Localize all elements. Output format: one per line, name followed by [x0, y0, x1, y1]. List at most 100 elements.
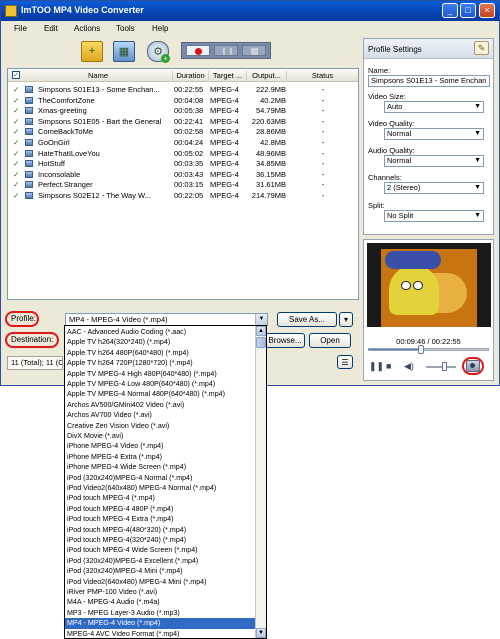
table-row[interactable]: ✓ Simpsons S01E13 - Some Enchan... 00:22:5… — [8, 84, 358, 95]
dropdown-scrollbar[interactable]: ▲ ▼ — [255, 326, 266, 638]
table-row[interactable]: ✓ TheComfortZone 00:04:08 MPEG-4 40.2MB - — [8, 95, 358, 106]
stop-icon[interactable]: ■ — [386, 361, 391, 371]
dropdown-item[interactable]: Apple TV h264(320*240) (*.mp4) — [65, 337, 255, 347]
dropdown-item[interactable]: Apple TV MPEG-4 Normal 480P(640*480) (*.… — [65, 389, 255, 399]
volume-slider[interactable] — [426, 362, 456, 371]
table-row[interactable]: ✓ GoOnGirl 00:04:24 MPEG-4 42.8MB - — [8, 137, 358, 148]
channels-select[interactable]: 2 (Stereo) ▼ — [384, 182, 484, 194]
row-checkbox[interactable]: ✓ — [13, 149, 19, 158]
stop-button[interactable] — [242, 45, 266, 56]
video-file-icon — [25, 149, 33, 157]
dropdown-item[interactable]: iPod touch MPEG-4 (*.mp4) — [65, 493, 255, 503]
row-checkbox[interactable]: ✓ — [13, 106, 19, 115]
volume-icon[interactable]: ◀) — [404, 361, 414, 372]
minimize-button[interactable]: _ — [442, 3, 458, 18]
scroll-thumb[interactable] — [256, 337, 266, 348]
save-as-button[interactable]: Save As... — [277, 312, 337, 327]
dropdown-item[interactable]: iPod touch MPEG-4 480P (*.mp4) — [65, 504, 255, 514]
scroll-up-icon[interactable]: ▲ — [256, 326, 266, 336]
pause-button[interactable] — [214, 45, 238, 56]
dropdown-item[interactable]: Apple TV MPEG-4 Low 480P(640*480) (*.mp4… — [65, 379, 255, 389]
dropdown-item[interactable]: iPod (320x240)MPEG-4 Excellent (*.mp4) — [65, 556, 255, 566]
split-select[interactable]: No Split ▼ — [384, 210, 484, 222]
dropdown-item[interactable]: Apple TV h264 480P(640*480) (*.mp4) — [65, 348, 255, 358]
dropdown-item[interactable]: iPhone MPEG-4 Wide Screen (*.mp4) — [65, 462, 255, 472]
col-target[interactable]: Target ... — [208, 71, 246, 80]
dropdown-item[interactable]: MPEG-4 AVC Video Format (*.mp4) — [65, 629, 255, 638]
dropdown-item[interactable]: AAC - Advanced Audio Coding (*.aac) — [65, 327, 255, 337]
row-checkbox[interactable]: ✓ — [13, 159, 19, 168]
col-status[interactable]: Status — [286, 71, 358, 80]
dropdown-item[interactable]: iPod touch MPEG-4 Wide Screen (*.mp4) — [65, 545, 255, 555]
seek-thumb[interactable] — [418, 345, 425, 354]
video-quality-select[interactable]: Normal ▼ — [384, 128, 484, 140]
row-checkbox[interactable]: ✓ — [13, 138, 19, 147]
row-checkbox[interactable]: ✓ — [13, 170, 19, 179]
browse-button[interactable]: Browse... — [265, 333, 305, 348]
dropdown-item[interactable]: Creative Zen Vision Video (*.avi) — [65, 421, 255, 431]
dropdown-item[interactable]: iPhone MPEG-4 Video (*.mp4) — [65, 441, 255, 451]
table-row[interactable]: ✓ Xmas-greeting 00:05:38 MPEG-4 54.79MB - — [8, 105, 358, 116]
col-name[interactable]: Name — [88, 71, 108, 80]
row-checkbox[interactable]: ✓ — [13, 85, 19, 94]
add-video-icon[interactable]: ▦ — [113, 41, 135, 62]
menu-actions[interactable]: Actions — [74, 24, 100, 33]
row-checkbox[interactable]: ✓ — [13, 117, 19, 126]
seek-bar[interactable] — [368, 345, 489, 354]
table-row[interactable]: ✓ Simpsons S02E12 - The Way W... 00:22:05 M… — [8, 190, 358, 201]
save-as-menu-button[interactable]: ▾ — [339, 312, 353, 327]
add-file-icon[interactable]: + — [81, 41, 103, 62]
video-preview[interactable] — [367, 243, 491, 327]
edit-profile-icon[interactable]: ✎ — [474, 41, 489, 55]
scroll-down-icon[interactable]: ▼ — [256, 628, 266, 638]
row-checkbox[interactable]: ✓ — [13, 96, 19, 105]
col-duration[interactable]: Duration — [172, 71, 208, 80]
table-row[interactable]: ✓ Inconsolable 00:03:43 MPEG-4 36.15MB - — [8, 169, 358, 180]
log-icon[interactable]: ☰ — [337, 355, 353, 369]
dropdown-item[interactable]: MP3 - MPEG Layer-3 Audio (*.mp3) — [65, 608, 255, 618]
dropdown-item[interactable]: iRiver PMP-100 Video (*.avi) — [65, 587, 255, 597]
dropdown-item[interactable]: Archos AV500/GMini402 Video (*.avi) — [65, 400, 255, 410]
menu-edit[interactable]: Edit — [44, 24, 58, 33]
table-row[interactable]: ✓ Perfect.Stranger 00:03:15 MPEG-4 31.61MB - — [8, 179, 358, 190]
table-row[interactable]: ✓ HotStuff 00:03:35 MPEG-4 34.85MB - — [8, 158, 358, 169]
menu-help[interactable]: Help — [152, 24, 168, 33]
video-quality-label: Video Quality: — [368, 119, 415, 128]
row-checkbox[interactable]: ✓ — [13, 127, 19, 136]
cell-duration: 00:05:02 — [174, 148, 204, 158]
dropdown-item[interactable]: iPhone MPEG-4 Extra (*.mp4) — [65, 452, 255, 462]
dropdown-item[interactable]: MP4 - MPEG-4 Video (*.mp4) — [65, 618, 255, 629]
audio-quality-select[interactable]: Normal ▼ — [384, 155, 484, 167]
dropdown-item[interactable]: Archos AV700 Video (*.avi) — [65, 410, 255, 420]
table-row[interactable]: ✓ Simpsons S01E05 - Bart the General 00:22… — [8, 116, 358, 127]
dropdown-item[interactable]: iPod (320x240)MPEG-4 Normal (*.mp4) — [65, 473, 255, 483]
dropdown-item[interactable]: iPod touch MPEG-4(320*240) (*.mp4) — [65, 535, 255, 545]
menu-file[interactable]: File — [14, 24, 27, 33]
col-output[interactable]: Output... — [246, 71, 286, 80]
dropdown-item[interactable]: iPod (320x240)MPEG-4 Mini (*.mp4) — [65, 566, 255, 576]
open-button[interactable]: Open — [309, 333, 351, 348]
select-all-checkbox[interactable]: ✓ — [12, 71, 20, 79]
maximize-button[interactable]: □ — [460, 3, 476, 18]
row-checkbox[interactable]: ✓ — [13, 180, 19, 189]
dropdown-item[interactable]: iPod Video2(640x480) MPEG-4 Normal (*.mp… — [65, 483, 255, 493]
dropdown-item[interactable]: Apple TV MPEG-4 High 480P(640*480) (*.mp… — [65, 369, 255, 379]
dropdown-item[interactable]: M4A - MPEG-4 Audio (*.m4a) — [65, 597, 255, 607]
video-size-select[interactable]: Auto ▼ — [384, 101, 484, 113]
table-row[interactable]: ✓ ComeBackToMe 00:02:58 MPEG-4 28.86MB - — [8, 126, 358, 137]
video-file-icon — [25, 192, 33, 199]
dropdown-item[interactable]: iPod Video2(640x480) MPEG-4 Mini (*.mp4) — [65, 577, 255, 587]
dropdown-item[interactable]: iPod touch MPEG-4(480*320) (*.mp4) — [65, 525, 255, 535]
pause-icon[interactable]: ❚❚ — [369, 361, 384, 372]
dropdown-item[interactable]: Apple TV h264 720P(1280*720) (*.mp4) — [65, 358, 255, 368]
name-field[interactable]: Simpsons S01E13 - Some Enchan — [368, 75, 490, 87]
close-button[interactable]: × — [479, 3, 495, 18]
menu-tools[interactable]: Tools — [116, 24, 135, 33]
volume-thumb[interactable] — [442, 362, 447, 371]
dropdown-item[interactable]: DivX Movie (*.avi) — [65, 431, 255, 441]
dropdown-item[interactable]: iPod touch MPEG-4 Extra (*.mp4) — [65, 514, 255, 524]
add-effect-icon[interactable]: ⚙ + — [147, 41, 170, 63]
table-row[interactable]: ✓ HateThatILoveYou 00:05:02 MPEG-4 48.96MB - — [8, 148, 358, 159]
row-checkbox[interactable]: ✓ — [13, 191, 19, 200]
start-convert-button[interactable] — [186, 45, 210, 56]
